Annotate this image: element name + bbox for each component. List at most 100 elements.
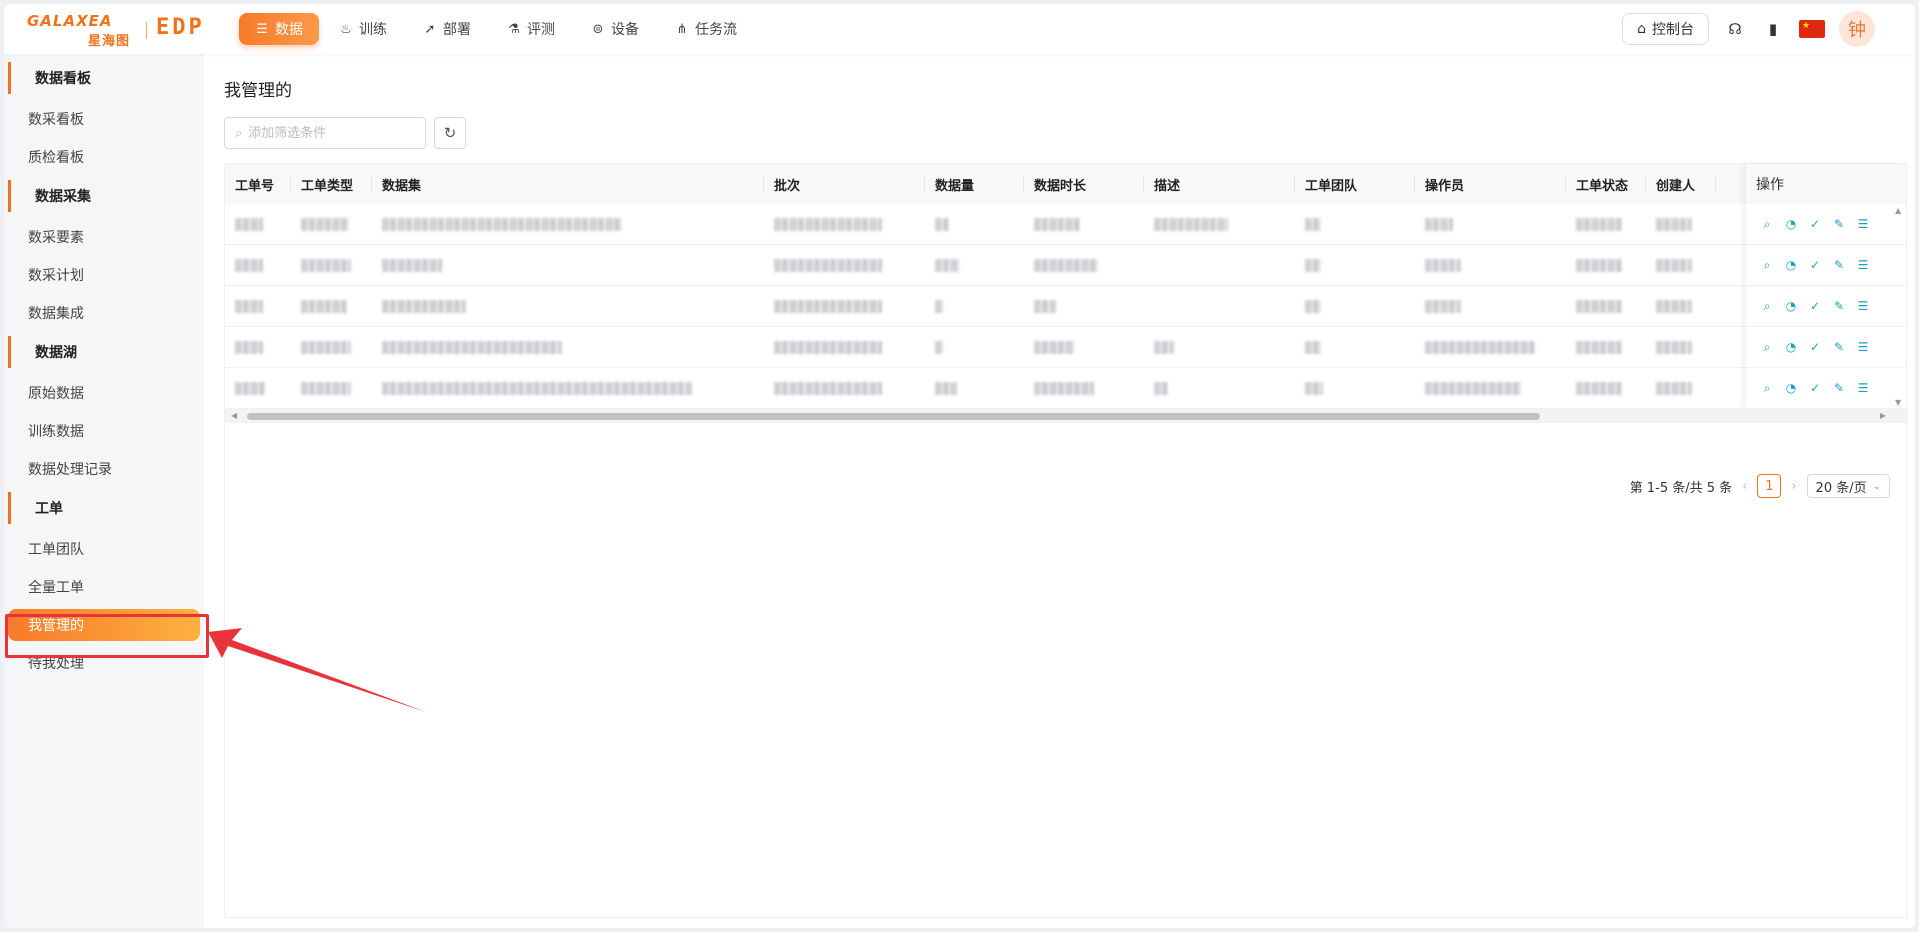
view-icon[interactable]: ⌕ [1760,299,1774,313]
prev-page-icon[interactable]: ‹ [1742,479,1747,494]
redacted-value [935,217,949,231]
page-size-select[interactable]: 20 条/页 ⌄ [1806,474,1890,498]
sidebar-item-training-data[interactable]: 训练数据 [4,412,204,450]
book-icon[interactable]: ▮ [1761,17,1785,41]
col-header-order-team[interactable]: 工单团队 [1295,164,1415,204]
redacted-value [1034,381,1094,395]
col-header-order-type[interactable]: 工单类型 [291,164,372,204]
nav-tab-training[interactable]: ♨ 训练 [323,13,403,45]
col-header-batch[interactable]: 批次 [764,164,925,204]
pagination: 第 1-5 条/共 5 条 ‹ 1 › 20 条/页 ⌄ [1630,474,1890,498]
sidebar-item-qc-dashboard[interactable]: 质检看板 [4,138,204,176]
edit-icon[interactable]: ✎ [1832,217,1846,231]
sidebar-item-work-order-teams[interactable]: 工单团队 [4,530,204,568]
table-row[interactable] [225,368,1906,409]
table-row[interactable] [225,204,1906,245]
horizontal-scrollbar[interactable]: ◀ ▶ [225,409,1908,423]
checklist-icon[interactable]: ☰ [1856,340,1870,354]
view-icon[interactable]: ⌕ [1760,217,1774,231]
nav-tab-workflow[interactable]: ⋔ 任务流 [659,13,753,45]
actions-row: ⌕ ◔ ✓ ✎ ☰ [1746,368,1906,409]
edit-icon[interactable]: ✎ [1832,340,1846,354]
filter-search-input[interactable] [248,125,409,141]
header-actions: ⌂ 控制台 ☊ ▮ ★ 钟 [1622,11,1915,47]
edit-icon[interactable]: ✎ [1832,258,1846,272]
checklist-icon[interactable]: ☰ [1856,217,1870,231]
table-cell-redacted [1024,204,1144,245]
chart-icon[interactable]: ◔ [1784,299,1798,313]
checklist-icon[interactable]: ☰ [1856,381,1870,395]
logo-chinese-name: 星海图 [88,34,131,49]
view-icon[interactable]: ⌕ [1760,381,1774,395]
avatar[interactable]: 钟 [1839,11,1875,47]
col-header-description[interactable]: 描述 [1144,164,1295,204]
check-circle-icon[interactable]: ✓ [1808,381,1822,395]
actions-row: ⌕ ◔ ✓ ✎ ☰ [1746,286,1906,327]
current-page-button[interactable]: 1 [1757,474,1782,498]
edit-icon[interactable]: ✎ [1832,381,1846,395]
redacted-value [935,258,959,272]
redacted-value [301,381,351,395]
col-header-data-duration[interactable]: 数据时长 [1024,164,1144,204]
checklist-icon[interactable]: ☰ [1856,299,1870,313]
refresh-button[interactable]: ↻ [434,117,466,149]
chart-icon[interactable]: ◔ [1784,258,1798,272]
table-cell-redacted [225,204,291,245]
sidebar-item-all-work-orders[interactable]: 全量工单 [4,568,204,606]
language-flag-icon[interactable]: ★ [1799,20,1825,38]
col-header-order-status[interactable]: 工单状态 [1566,164,1646,204]
table-row[interactable] [225,286,1906,327]
table-cell-redacted [925,327,1024,368]
scroll-right-icon[interactable]: ▶ [1880,411,1886,420]
col-header-order-no[interactable]: 工单号 [225,164,291,204]
horizontal-scroll-thumb[interactable] [247,413,1540,420]
view-icon[interactable]: ⌕ [1760,340,1774,354]
chart-icon[interactable]: ◔ [1784,340,1798,354]
flow-icon: ⋔ [676,21,688,37]
console-button[interactable]: ⌂ 控制台 [1622,13,1709,45]
sidebar-item-collection-dashboard[interactable]: 数采看板 [4,100,204,138]
vertical-scrollbar[interactable]: ▲ ▼ [1894,204,1904,409]
nav-tab-data[interactable]: ☰ 数据 [239,13,319,45]
search-icon: ⌕ [235,125,243,141]
headset-icon[interactable]: ☊ [1723,17,1747,41]
scroll-up-icon[interactable]: ▲ [1895,206,1901,215]
scroll-down-icon[interactable]: ▼ [1895,398,1901,407]
redacted-value [1425,340,1535,354]
redacted-value [1305,217,1321,231]
nav-tab-evaluation[interactable]: ⚗ 评测 [491,13,571,45]
check-circle-icon[interactable]: ✓ [1808,340,1822,354]
main-content: 我管理的 ⌕ ↻ 工单号 工单类型 数据集 批次 数据量 数据时长 描述 工单团… [204,54,1915,928]
redacted-value [774,340,882,354]
view-icon[interactable]: ⌕ [1760,258,1774,272]
sidebar-item-collection-elements[interactable]: 数采要素 [4,218,204,256]
nav-tab-devices[interactable]: ⊜ 设备 [575,13,655,45]
nav-tab-deploy[interactable]: ➚ 部署 [407,13,487,45]
chart-icon[interactable]: ◔ [1784,217,1798,231]
table-cell-redacted [764,327,925,368]
scroll-left-icon[interactable]: ◀ [231,411,237,420]
table-row[interactable] [225,245,1906,286]
sidebar-item-collection-plan[interactable]: 数采计划 [4,256,204,294]
col-header-operator[interactable]: 操作员 [1415,164,1566,204]
sidebar-item-raw-data[interactable]: 原始数据 [4,374,204,412]
col-header-creator[interactable]: 创建人 [1646,164,1716,204]
checklist-icon[interactable]: ☰ [1856,258,1870,272]
edit-icon[interactable]: ✎ [1832,299,1846,313]
check-circle-icon[interactable]: ✓ [1808,217,1822,231]
table-cell-redacted [1144,327,1295,368]
nav-tab-label: 训练 [359,22,387,38]
col-header-data-volume[interactable]: 数据量 [925,164,1024,204]
table-cell-redacted [1566,245,1646,286]
col-header-dataset[interactable]: 数据集 [372,164,764,204]
check-circle-icon[interactable]: ✓ [1808,299,1822,313]
logo[interactable]: GALAXEA 星海图 EDP [4,4,204,54]
chart-icon[interactable]: ◔ [1784,381,1798,395]
next-page-icon[interactable]: › [1791,479,1796,494]
table-row[interactable] [225,327,1906,368]
table-cell-redacted [1415,245,1566,286]
logo-product-name: EDP [156,15,205,40]
sidebar-item-processing-records[interactable]: 数据处理记录 [4,450,204,488]
check-circle-icon[interactable]: ✓ [1808,258,1822,272]
sidebar-item-data-integration[interactable]: 数据集成 [4,294,204,332]
